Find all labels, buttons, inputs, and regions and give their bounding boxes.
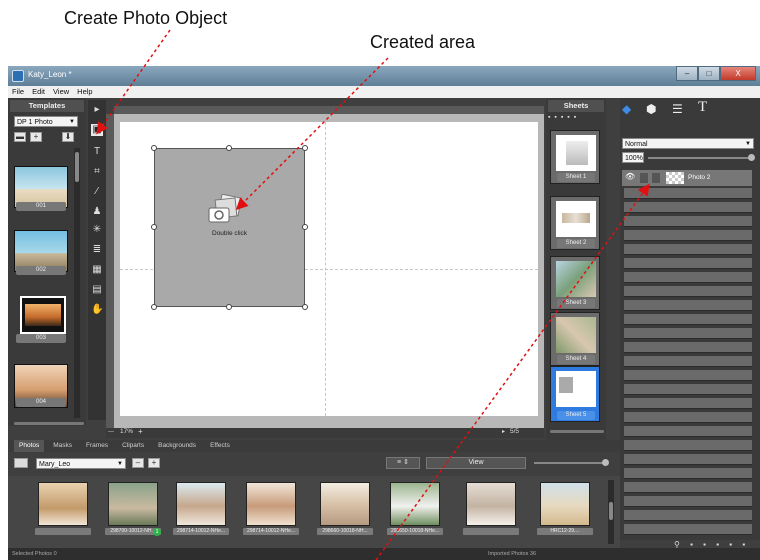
root: Create Photo Object Created area Katy_Le… [0,0,760,560]
arrow-create-photo [96,29,171,135]
arrow-created-area [235,57,389,211]
annotation-arrows [96,29,650,560]
arrow-layer [375,183,650,560]
